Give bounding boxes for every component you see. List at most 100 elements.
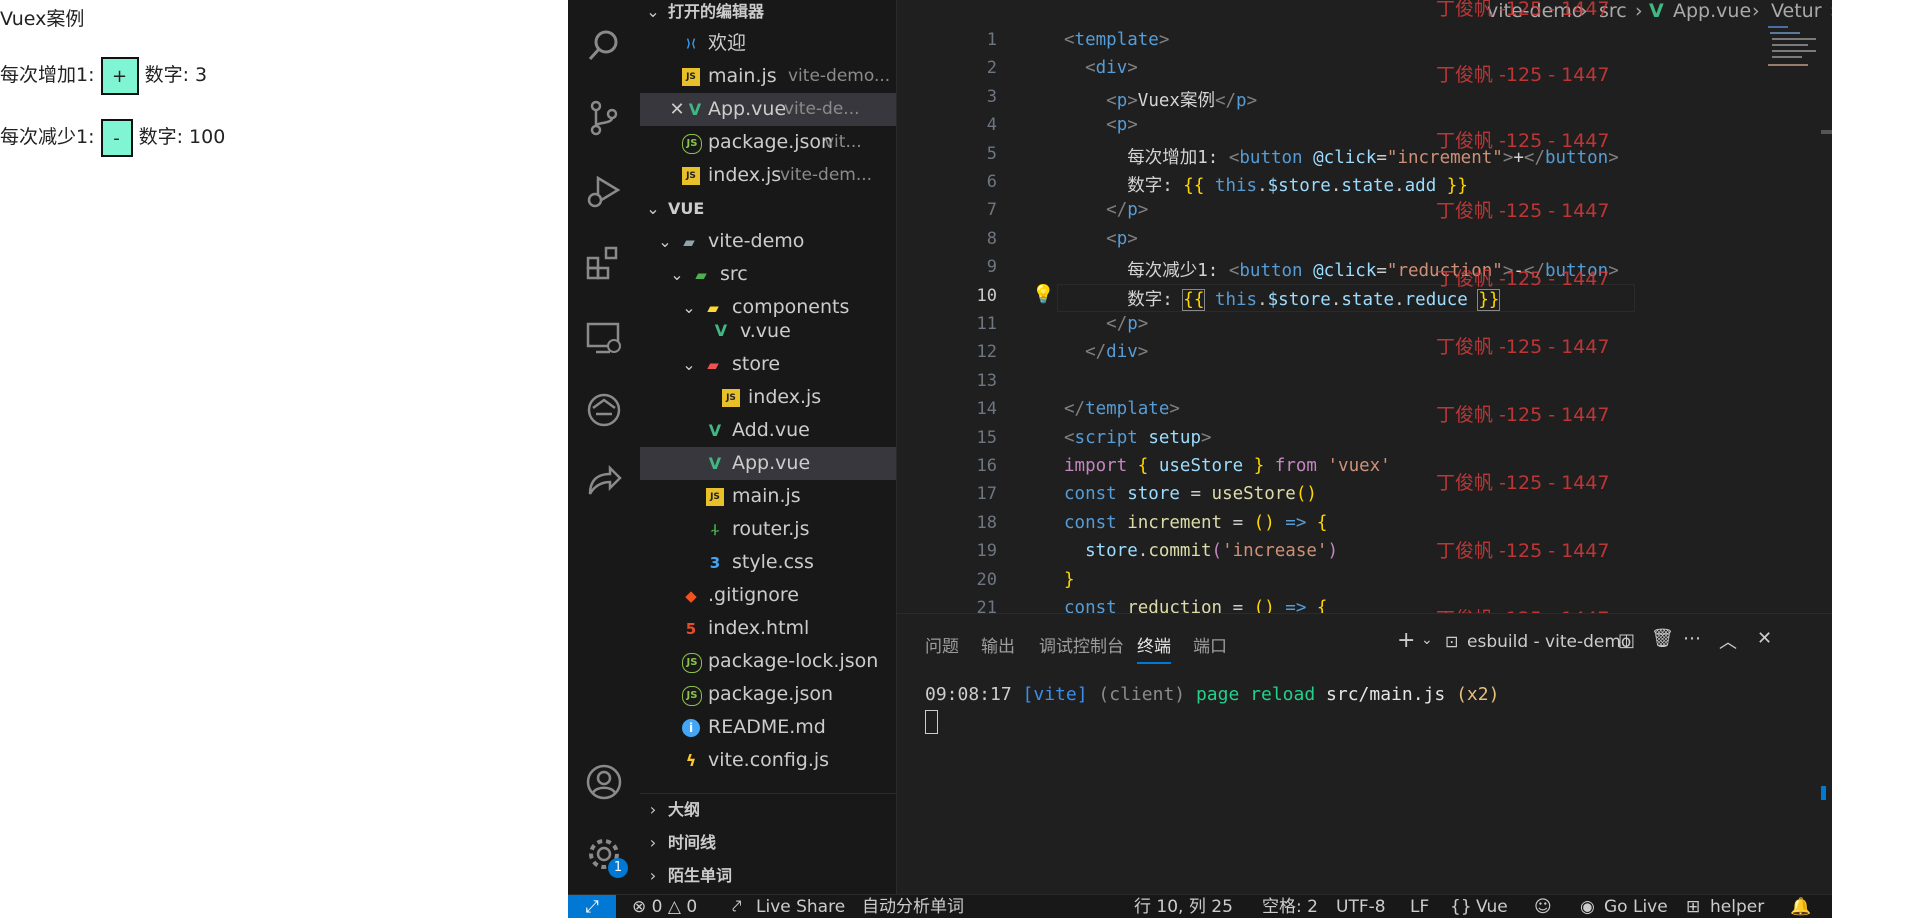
cursor-position[interactable]: 行 10, 列 25 (1134, 895, 1233, 918)
tree-file[interactable]: V v.vue (640, 316, 896, 346)
community-icon[interactable] (584, 390, 624, 430)
decrement-button[interactable]: - (100, 118, 133, 157)
copilot-icon[interactable]: ☺ (1534, 895, 1552, 918)
tree-file[interactable]: i README.md (640, 711, 896, 744)
router-file-icon: ⍭ (710, 520, 720, 539)
code-line: <p> (1106, 229, 1138, 249)
remote-indicator-icon[interactable]: ⤢ (568, 895, 616, 918)
tab-output[interactable]: 输出 (981, 632, 1015, 657)
helper-item[interactable]: helper (1710, 895, 1764, 918)
tree-file[interactable]: 5 index.html (640, 612, 896, 645)
tree-file[interactable]: JS package.json (640, 678, 896, 711)
unknown-words-header[interactable]: › 陌生单词 (640, 859, 896, 892)
more-actions-icon[interactable]: ⋯ (1683, 628, 1701, 649)
tab-ports[interactable]: 端口 (1193, 632, 1227, 657)
remote-explorer-icon[interactable] (584, 318, 624, 358)
decrement-label: 每次减少1: (0, 126, 95, 148)
auto-analysis-item[interactable]: 自动分析单词 (862, 895, 964, 918)
breadcrumb-item[interactable]: Vetur (1771, 0, 1822, 22)
tree-file-active[interactable]: V App.vue (640, 447, 896, 480)
live-share-item[interactable]: Live Share (756, 895, 845, 918)
code-line: 数字: {{ this.$store.state.add }} (1127, 176, 1468, 196)
watermark: 丁俊帆 -125 - 1447 (1436, 404, 1610, 426)
tree-folder[interactable]: ⌄ ▰ vite-demo (640, 225, 896, 258)
vue-file-icon: V (1649, 0, 1664, 22)
search-icon[interactable] (584, 26, 624, 66)
outline-header[interactable]: › 大纲 (640, 793, 896, 826)
open-editor-item-active[interactable]: ✕ V App.vue vite-de... (640, 93, 896, 126)
terminal-file: src/main.js (1326, 684, 1446, 705)
breadcrumb-item[interactable]: App.vue (1673, 0, 1751, 22)
increment-label: 每次增加1: (0, 64, 95, 86)
source-control-icon[interactable] (584, 98, 624, 138)
open-editor-item[interactable]: JS main.js vite-demo... (640, 60, 896, 93)
extensions-icon[interactable] (584, 244, 624, 284)
share-icon[interactable] (584, 462, 624, 502)
git-file-icon: ◆ (685, 587, 697, 605)
increment-button[interactable]: + (100, 56, 139, 95)
tree-file[interactable]: V Add.vue (640, 414, 896, 447)
new-terminal-plus-icon[interactable]: + (1397, 628, 1415, 653)
tree-file[interactable]: JS package-lock.json (640, 645, 896, 678)
tab-debug-console[interactable]: 调试控制台 (1039, 632, 1124, 657)
line-number: 5 (986, 144, 997, 164)
split-terminal-icon[interactable]: ◫ (1618, 630, 1635, 651)
tree-file[interactable]: JS main.js (640, 480, 896, 513)
watermark: 丁俊帆 -125 - 1447 (1436, 268, 1610, 290)
encoding[interactable]: UTF-8 (1336, 895, 1386, 918)
open-editor-item[interactable]: JS index.js vite-dem... (640, 159, 896, 192)
tree-folder[interactable]: ⌄ ▰ src (640, 258, 896, 291)
account-icon[interactable] (584, 762, 624, 802)
indentation[interactable]: 空格: 2 (1262, 895, 1318, 918)
status-errors-warnings[interactable]: ⊗ 0 △ 0 (632, 895, 697, 918)
vite-file-icon: ϟ (685, 751, 697, 770)
code-line: <p>Vuex案例</p> (1106, 91, 1258, 111)
preview-title: Vuex案例 (0, 8, 85, 30)
trash-icon[interactable]: 🗑 (1651, 628, 1674, 649)
tree-file[interactable]: ◆ .gitignore (640, 579, 896, 612)
go-live-item[interactable]: Go Live (1604, 895, 1668, 918)
tree-file[interactable]: ⍭ router.js (640, 513, 896, 546)
terminal-name[interactable]: esbuild - vite-demo (1467, 632, 1631, 652)
line-ending[interactable]: LF (1410, 895, 1429, 918)
open-editor-item[interactable]: JS package.json vit... (640, 126, 896, 159)
terminal-message: page reload (1195, 684, 1316, 705)
watermark: 丁俊帆 -125 - 1447 (1436, 472, 1610, 494)
tree-folder[interactable]: ⌄ ▰ store (640, 348, 896, 381)
line-number: 9 (986, 257, 997, 277)
open-editor-item[interactable]: ⟩⟨ 欢迎 (640, 27, 896, 60)
lightbulb-icon[interactable]: 💡 (1032, 284, 1054, 305)
workspace-header[interactable]: ⌄ VUE (640, 192, 896, 225)
tree-file[interactable]: 3 style.css (640, 546, 896, 579)
line-number: 8 (986, 229, 997, 249)
minimap[interactable] (1764, 24, 1824, 84)
close-panel-icon[interactable]: ✕ (1757, 628, 1772, 649)
open-editors-header[interactable]: ⌄ 打开的编辑器 (640, 0, 896, 28)
vue-file-icon: V (688, 100, 702, 119)
js-file-icon: JS (682, 167, 700, 185)
tab-problems[interactable]: 问题 (925, 632, 959, 657)
line-number: 17 (976, 484, 997, 504)
maximize-panel-icon[interactable]: ︿ (1719, 628, 1737, 654)
run-debug-icon[interactable] (584, 170, 624, 210)
code-editor[interactable]: vite-demo › src › V App.vue › Vetur › 1 … (897, 0, 1832, 618)
line-number: 18 (976, 513, 997, 533)
close-icon[interactable]: ✕ (668, 93, 686, 126)
line-number-current: 10 (976, 286, 997, 306)
terminal-output[interactable]: 09:08:17 [vite] (client) page reload src… (925, 684, 1499, 705)
terminal-count: (x2) (1456, 684, 1500, 705)
timeline-header[interactable]: › 时间线 (640, 826, 896, 859)
js-file-icon: JS (722, 389, 740, 407)
language-mode[interactable]: Vue (1476, 895, 1508, 918)
vue-file-icon: V (708, 421, 722, 440)
decrement-value: 100 (189, 126, 226, 148)
chevron-down-icon[interactable]: ⌄ (1421, 632, 1433, 648)
json-file-icon: JS (682, 686, 702, 706)
tree-file[interactable]: ϟ vite.config.js (640, 744, 896, 777)
watermark: 丁俊帆 -125 - 1447 (1436, 64, 1610, 86)
notification-bell-icon[interactable]: 🔔 (1790, 895, 1811, 918)
tree-file[interactable]: JS index.js (640, 381, 896, 414)
settings-gear-icon[interactable]: 1 (584, 834, 628, 878)
code-line: </p> (1106, 314, 1149, 334)
tab-terminal[interactable]: 终端 (1137, 632, 1171, 664)
